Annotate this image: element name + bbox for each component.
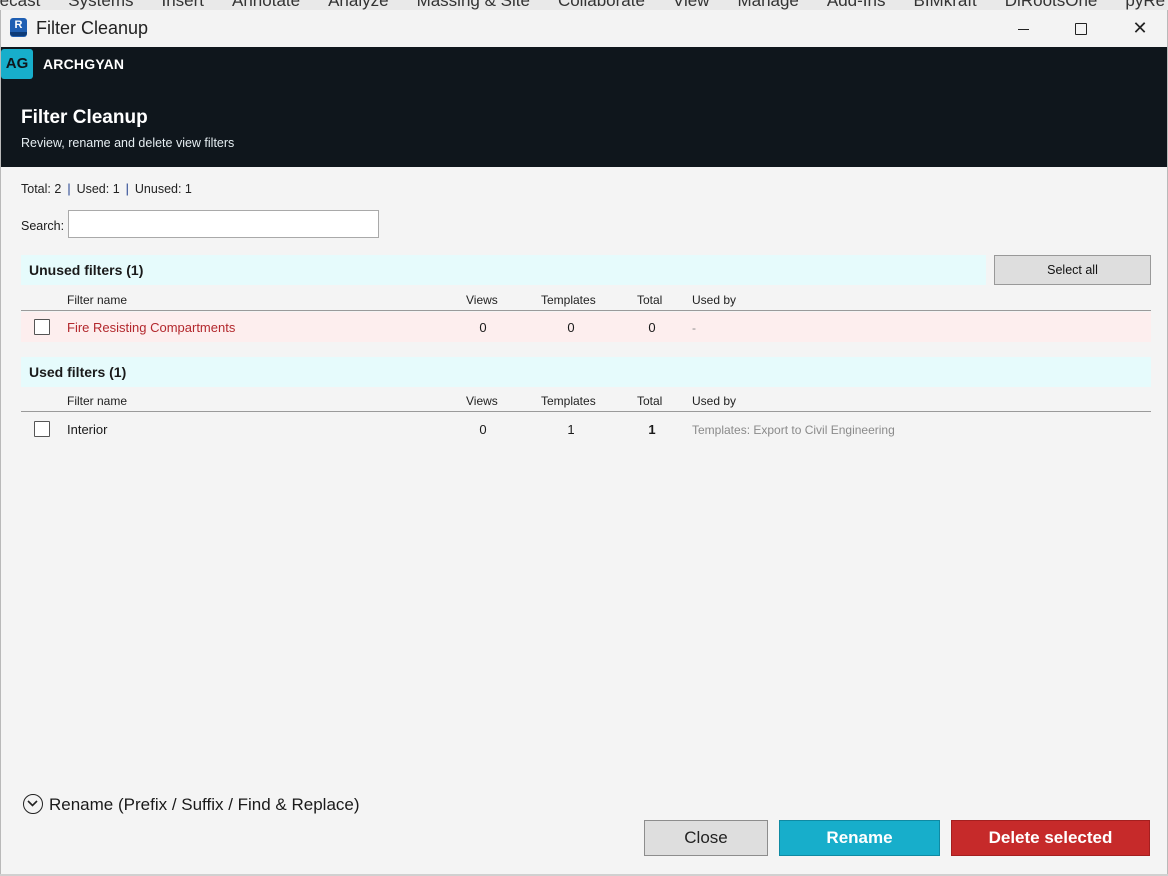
column-filter-name[interactable]: Filter name	[67, 394, 127, 408]
brand-badge: AG	[1, 49, 33, 79]
summary-total: Total: 2	[21, 182, 62, 196]
summary-used: Used: 1	[76, 182, 120, 196]
ribbon-tab[interactable]: pyRe	[1125, 0, 1165, 10]
close-icon: ✕	[1132, 18, 1148, 38]
views-count: 0	[479, 422, 487, 437]
column-templates[interactable]: Templates	[541, 293, 596, 307]
unused-filters-header: Unused filters (1)	[21, 255, 986, 285]
close-window-button[interactable]: ✕	[1111, 10, 1168, 47]
ribbon-tab[interactable]: Annotate	[232, 0, 300, 10]
search-input[interactable]	[68, 210, 379, 238]
table-row[interactable]: Fire Resisting Compartments 0 0 0 -	[21, 312, 1151, 342]
brand-name: ARCHGYAN	[43, 56, 125, 72]
maximize-button[interactable]	[1052, 10, 1110, 47]
filter-summary: Total: 2 | Used: 1 | Unused: 1	[21, 182, 192, 196]
search-label: Search:	[21, 219, 65, 233]
filter-name: Interior	[67, 422, 108, 437]
row-checkbox[interactable]	[34, 319, 50, 335]
ribbon-tab[interactable]: BIMkraft	[913, 0, 976, 10]
column-used-by[interactable]: Used by	[692, 293, 736, 307]
ribbon-tab[interactable]: DiRootsOne	[1005, 0, 1098, 10]
ribbon-tab[interactable]: Insert	[161, 0, 204, 10]
header-banner: AG ARCHGYAN Filter Cleanup Review, renam…	[1, 47, 1167, 167]
filter-name: Fire Resisting Compartments	[67, 320, 236, 335]
total-count: 1	[648, 422, 656, 437]
minimize-button[interactable]	[994, 10, 1052, 47]
used-column-headers: Filter name Views Templates Total Used b…	[21, 391, 1151, 412]
templates-count: 1	[567, 422, 575, 437]
total-count: 0	[648, 320, 656, 335]
column-views[interactable]: Views	[466, 394, 498, 408]
templates-count: 0	[567, 320, 575, 335]
rename-button[interactable]: Rename	[779, 820, 940, 856]
delete-selected-button[interactable]: Delete selected	[951, 820, 1150, 856]
minimize-icon	[1017, 28, 1029, 30]
column-used-by[interactable]: Used by	[692, 394, 736, 408]
page-subtitle: Review, rename and delete view filters	[21, 136, 235, 150]
chevron-down-icon[interactable]	[23, 794, 43, 814]
ribbon-tab[interactable]: recast	[0, 0, 40, 10]
column-templates[interactable]: Templates	[541, 394, 596, 408]
table-row[interactable]: Interior 0 1 1 Templates: Export to Civi…	[21, 414, 1151, 444]
summary-separator: |	[67, 182, 71, 196]
ribbon-tab[interactable]: Manage	[737, 0, 798, 10]
ribbon-tab[interactable]: View	[673, 0, 710, 10]
filter-cleanup-window: R Filter Cleanup ✕ AG ARCHGYAN Filter Cl…	[0, 10, 1168, 875]
column-filter-name[interactable]: Filter name	[67, 293, 127, 307]
rename-expander[interactable]: Rename (Prefix / Suffix / Find & Replace…	[23, 794, 360, 815]
rename-expander-label: Rename (Prefix / Suffix / Find & Replace…	[49, 795, 360, 814]
ribbon-tab[interactable]: Analyze	[328, 0, 388, 10]
ribbon-tab[interactable]: Add-Ins	[827, 0, 886, 10]
column-total[interactable]: Total	[637, 394, 662, 408]
title-bar[interactable]: R Filter Cleanup ✕	[1, 10, 1167, 47]
select-all-button[interactable]: Select all	[994, 255, 1151, 285]
maximize-icon	[1075, 23, 1087, 36]
ribbon-tab[interactable]: Massing & Site	[417, 0, 530, 10]
close-button[interactable]: Close	[644, 820, 768, 856]
ribbon-tabs: recast Systems Insert Annotate Analyze Massin…	[0, 0, 1168, 10]
revit-icon: R	[10, 18, 27, 37]
summary-unused: Unused: 1	[134, 182, 192, 196]
background-revit-ribbon: recast Systems Insert Annotate Analyze Massin…	[0, 0, 1168, 10]
page-title: Filter Cleanup	[21, 107, 148, 128]
unused-column-headers: Filter name Views Templates Total Used b…	[21, 290, 1151, 311]
column-total[interactable]: Total	[637, 293, 662, 307]
views-count: 0	[479, 320, 487, 335]
ribbon-tab[interactable]: Systems	[68, 0, 133, 10]
row-checkbox[interactable]	[34, 421, 50, 437]
used-filters-header: Used filters (1)	[21, 357, 1151, 387]
ribbon-tab[interactable]: Collaborate	[558, 0, 645, 10]
used-by: Templates: Export to Civil Engineering	[692, 423, 895, 437]
summary-separator: |	[125, 182, 129, 196]
column-views[interactable]: Views	[466, 293, 498, 307]
used-by: -	[692, 321, 696, 335]
window-title: Filter Cleanup	[36, 18, 149, 38]
